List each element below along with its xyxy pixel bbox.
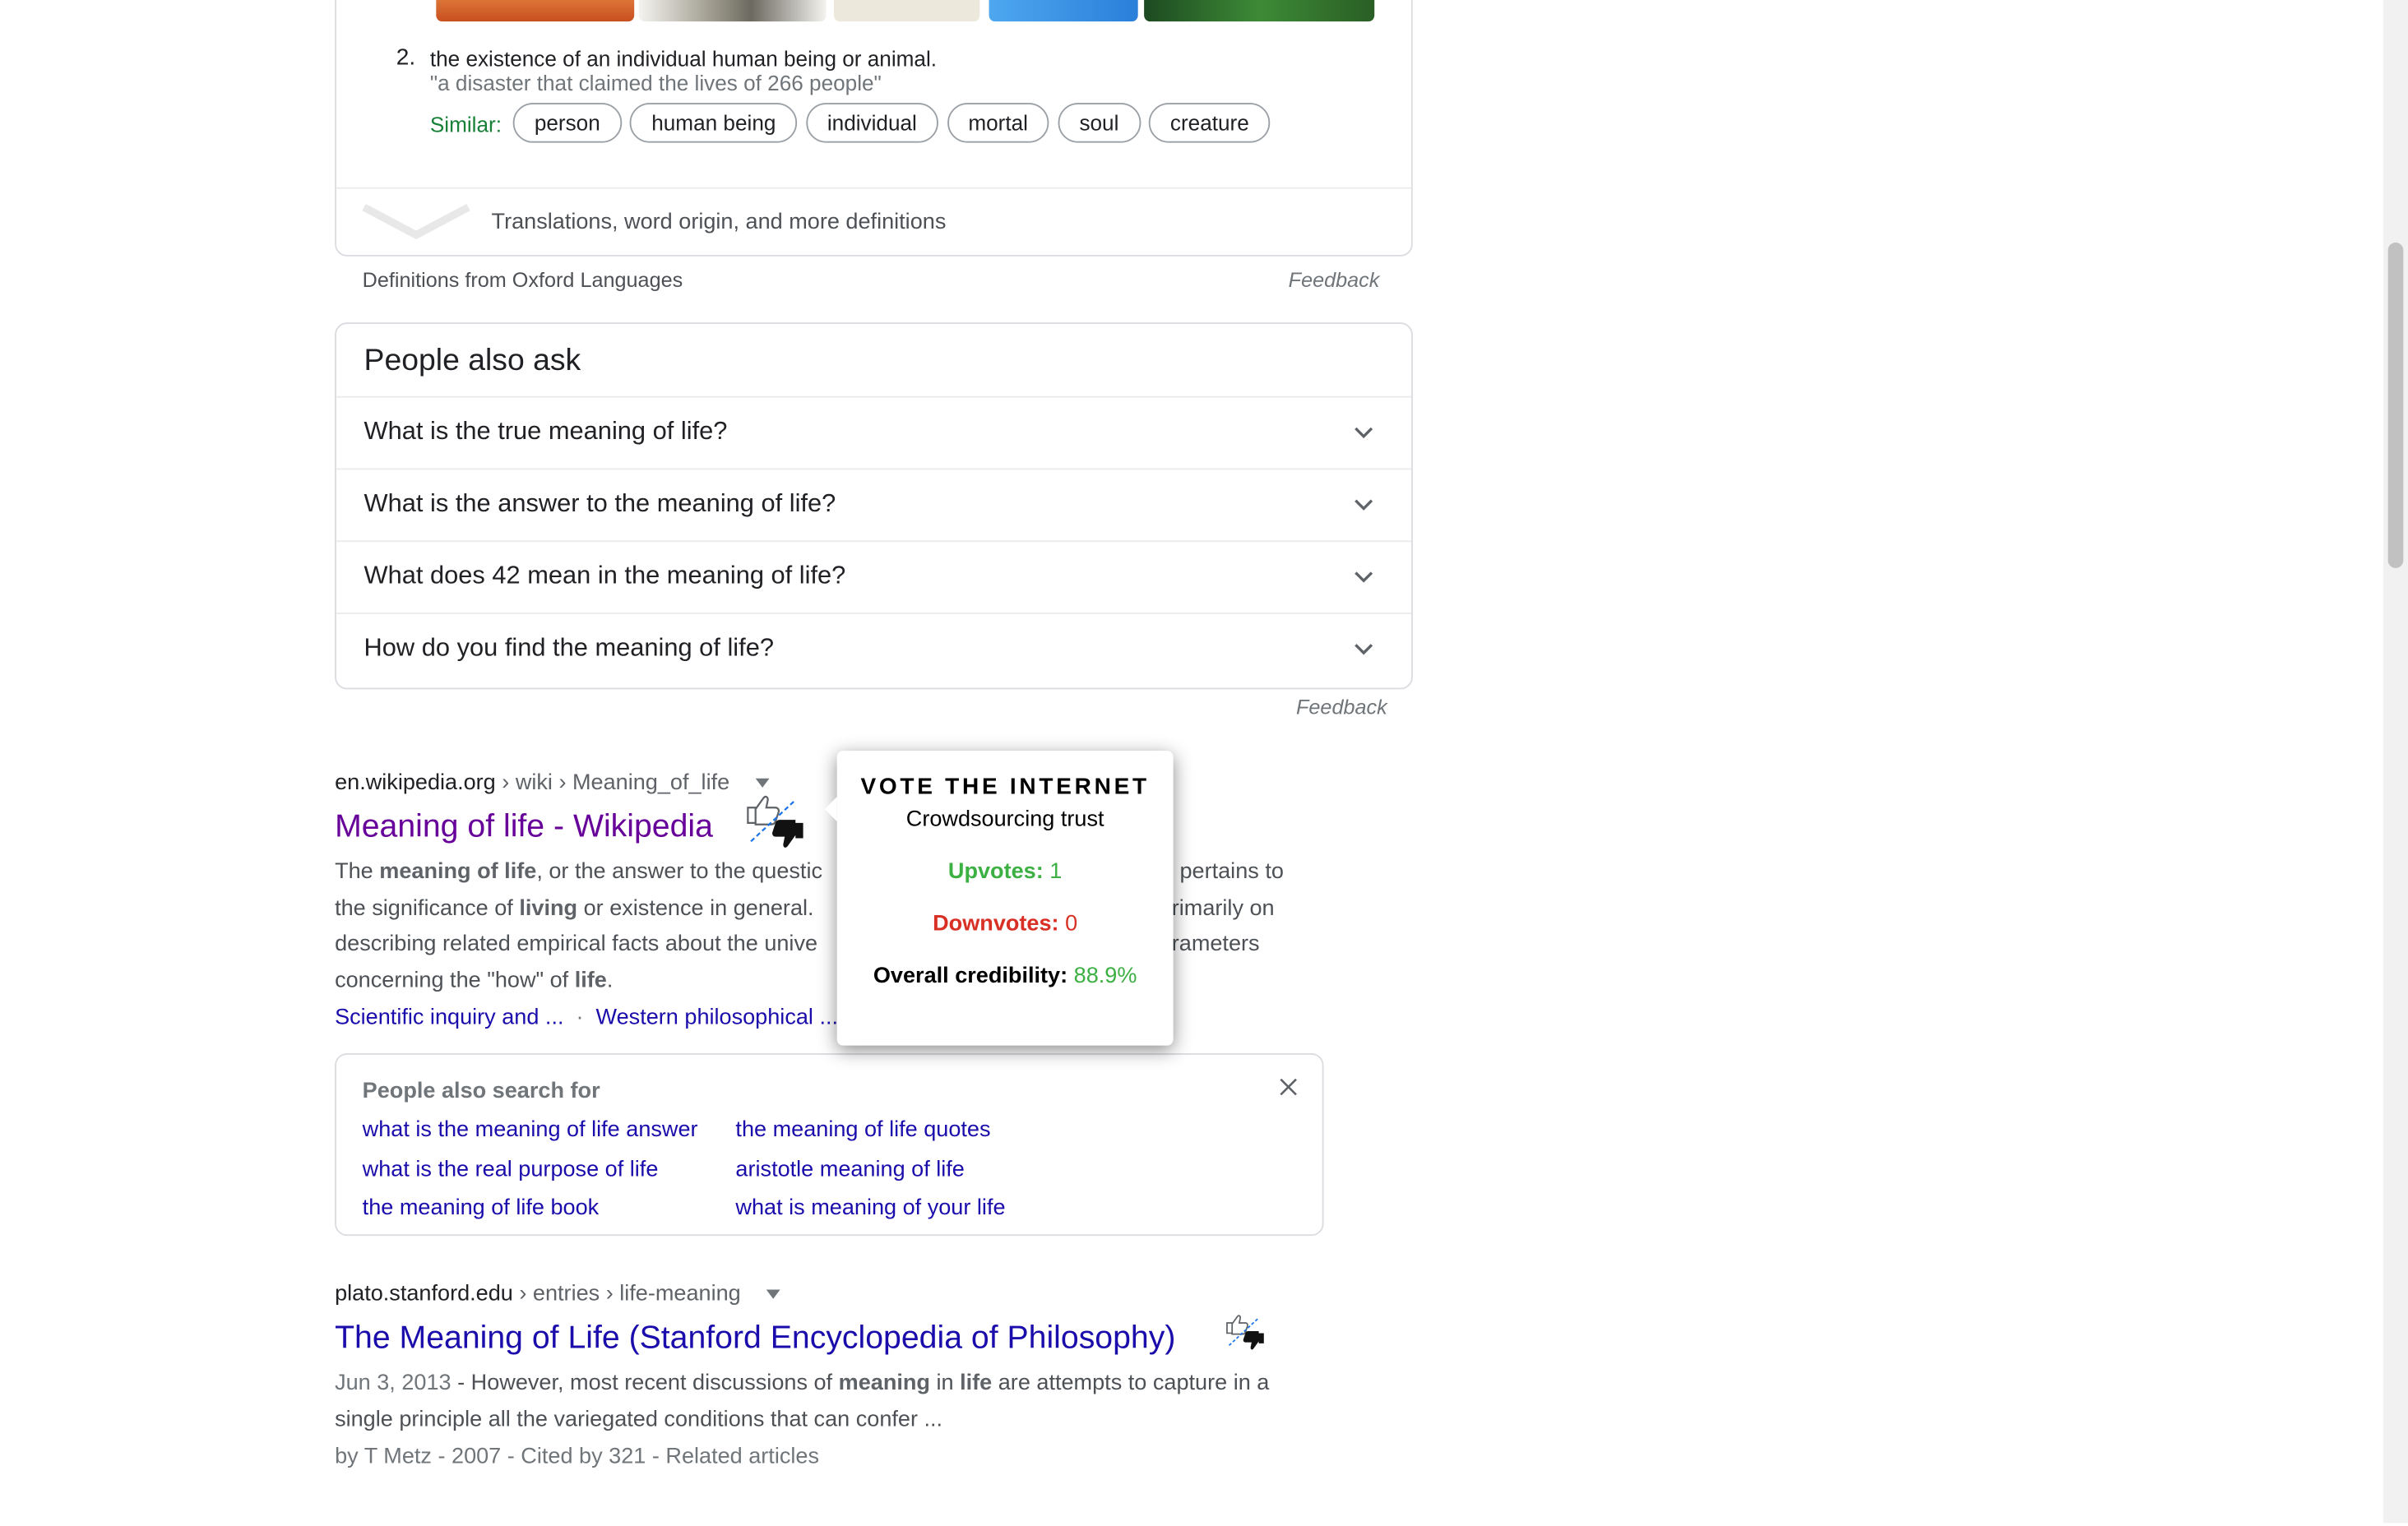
- vote-thumbs-icon[interactable]: [743, 789, 808, 851]
- related-search-link[interactable]: the meaning of life book: [363, 1196, 600, 1221]
- snippet-text: are attempts to capture in a: [992, 1371, 1270, 1396]
- similar-words-list: person human being individual mortal sou…: [512, 103, 1272, 143]
- downvotes-label: Downvotes:: [933, 912, 1059, 937]
- people-also-ask: People also ask What is the true meaning…: [335, 322, 1413, 690]
- downvotes-stat: Downvotes: 0: [837, 912, 1174, 936]
- result-path: › entries › life-meaning: [512, 1282, 741, 1307]
- result-title-link[interactable]: Meaning of life - Wikipedia: [335, 809, 713, 846]
- similar-word-chip[interactable]: human being: [630, 103, 798, 143]
- result-domain: plato.stanford.edu: [335, 1282, 513, 1307]
- oxford-source[interactable]: Definitions from Oxford Languages: [363, 269, 683, 292]
- image-thumbnail[interactable]: [989, 0, 1138, 22]
- pas-title: People also search for: [362, 1079, 600, 1104]
- sitelink[interactable]: Western philosophical ...: [596, 1006, 838, 1030]
- expand-chevron-icon: [362, 203, 470, 239]
- upvotes-label: Upvotes:: [947, 859, 1044, 885]
- paa-question[interactable]: What does 42 mean in the meaning of life…: [336, 540, 1412, 614]
- sitelink[interactable]: Scientific inquiry and ...: [335, 1006, 563, 1030]
- result-menu-arrow-icon[interactable]: [765, 1288, 782, 1301]
- vote-thumbs-icon[interactable]: [1224, 1310, 1267, 1353]
- image-thumbnail[interactable]: [436, 0, 635, 22]
- vertical-scrollbar[interactable]: [2383, 0, 2408, 1524]
- similar-word-chip[interactable]: creature: [1148, 103, 1271, 143]
- paa-question-text: What is the answer to the meaning of lif…: [364, 489, 836, 518]
- snippet-text: , or the answer to the questic: [536, 859, 822, 885]
- snippet-text: concerning the "how" of: [335, 968, 575, 993]
- more-definitions-label: Translations, word origin, and more defi…: [491, 210, 947, 235]
- scrollbar-thumb[interactable]: [2387, 243, 2404, 568]
- result-path: › wiki › Meaning_of_life: [495, 770, 730, 796]
- similar-label: Similar:: [429, 112, 502, 137]
- sitelink-separator: ·: [576, 1006, 584, 1030]
- search-results-page: 2. the existence of an individual human …: [0, 0, 2408, 1524]
- credibility-label: Overall credibility:: [873, 964, 1068, 989]
- chevron-down-icon: [1354, 427, 1373, 439]
- similar-word-chip[interactable]: soul: [1058, 103, 1141, 143]
- related-search-link[interactable]: what is the real purpose of life: [363, 1158, 659, 1182]
- image-thumbnail[interactable]: [1144, 0, 1375, 22]
- feedback-link[interactable]: Feedback: [1289, 269, 1380, 292]
- result-menu-arrow-icon[interactable]: [754, 777, 771, 789]
- people-also-search-for: People also search for what is the meani…: [335, 1052, 1324, 1237]
- related-search-link[interactable]: what is the meaning of life answer: [363, 1117, 698, 1142]
- result-snippet: Jun 3, 2013 - However, most recent discu…: [335, 1366, 1317, 1439]
- result-breadcrumb[interactable]: plato.stanford.edu › entries › life-mean…: [335, 1282, 741, 1306]
- sitelinks: Scientific inquiry and ... · Western phi…: [335, 1006, 838, 1030]
- snippet-text: the significance of: [335, 895, 520, 921]
- credibility-stat: Overall credibility: 88.9%: [837, 964, 1174, 989]
- snippet-bold: life: [960, 1371, 993, 1396]
- snippet-text: describing related empirical facts about…: [335, 932, 818, 957]
- snippet-text: The: [335, 859, 380, 885]
- snippet-text: single principle all the variegated cond…: [335, 1407, 943, 1432]
- similar-word-chip[interactable]: individual: [805, 103, 939, 143]
- chevron-down-icon: [1354, 571, 1373, 583]
- snippet-text: or existence in general.: [577, 895, 814, 921]
- snippet-bold: meaning: [838, 1371, 930, 1396]
- related-search-link[interactable]: aristotle meaning of life: [735, 1158, 964, 1182]
- result-meta: by T Metz - 2007 - Cited by 321 - Relate…: [335, 1445, 820, 1470]
- snippet-bold: meaning of life: [379, 859, 537, 885]
- vote-the-internet-popup: VOTE THE INTERNET Crowdsourcing trust Up…: [824, 751, 1174, 1046]
- downvotes-value: 0: [1065, 912, 1078, 937]
- paa-question-text: What is the true meaning of life?: [364, 417, 728, 446]
- similar-word-chip[interactable]: person: [512, 103, 622, 143]
- result-breadcrumb[interactable]: en.wikipedia.org › wiki › Meaning_of_lif…: [335, 770, 729, 795]
- paa-feedback-link[interactable]: Feedback: [1296, 696, 1387, 719]
- definition-text: the existence of an individual human bei…: [429, 46, 938, 71]
- snippet-bold: life: [574, 968, 607, 993]
- snippet-text: ", pertains to: [1159, 859, 1284, 885]
- definition-example: "a disaster that claimed the lives of 26…: [429, 70, 882, 95]
- snippet-text: rameters: [1171, 932, 1260, 957]
- paa-question[interactable]: What is the answer to the meaning of lif…: [336, 468, 1412, 543]
- snippet-text: - However, most recent discussions of: [451, 1371, 839, 1396]
- paa-question[interactable]: What is the true meaning of life?: [336, 395, 1412, 470]
- chevron-down-icon: [1354, 499, 1373, 511]
- paa-title: People also ask: [364, 344, 581, 378]
- chevron-down-icon: [1354, 644, 1373, 655]
- image-thumbnail[interactable]: [638, 0, 827, 22]
- similar-word-chip[interactable]: mortal: [947, 103, 1050, 143]
- upvotes-stat: Upvotes: 1: [837, 860, 1174, 885]
- snippet-text: in: [929, 1371, 961, 1396]
- result-title-link[interactable]: The Meaning of Life (Stanford Encycloped…: [335, 1320, 1175, 1357]
- result-date: Jun 3, 2013: [335, 1371, 452, 1396]
- paa-question[interactable]: How do you find the meaning of life?: [336, 613, 1412, 687]
- related-search-link[interactable]: the meaning of life quotes: [735, 1117, 990, 1142]
- snippet-bold: living: [519, 895, 578, 921]
- snippet-text: rimarily on: [1171, 895, 1275, 921]
- close-icon[interactable]: [1279, 1078, 1297, 1096]
- credibility-value: 88.9%: [1073, 964, 1137, 989]
- popup-title: VOTE THE INTERNET: [860, 774, 1150, 800]
- image-thumbnail[interactable]: [833, 0, 980, 22]
- dictionary-card: 2. the existence of an individual human …: [335, 0, 1413, 257]
- popup-subtitle: Crowdsourcing trust: [905, 807, 1104, 833]
- sense-number: 2.: [396, 44, 416, 71]
- related-search-link[interactable]: what is meaning of your life: [735, 1196, 1005, 1221]
- result-domain: en.wikipedia.org: [335, 770, 496, 796]
- paa-question-text: How do you find the meaning of life?: [364, 634, 774, 662]
- paa-question-text: What does 42 mean in the meaning of life…: [364, 562, 846, 590]
- more-definitions-toggle[interactable]: Translations, word origin, and more defi…: [336, 187, 1412, 257]
- snippet-text: .: [606, 968, 614, 993]
- upvotes-value: 1: [1049, 859, 1063, 885]
